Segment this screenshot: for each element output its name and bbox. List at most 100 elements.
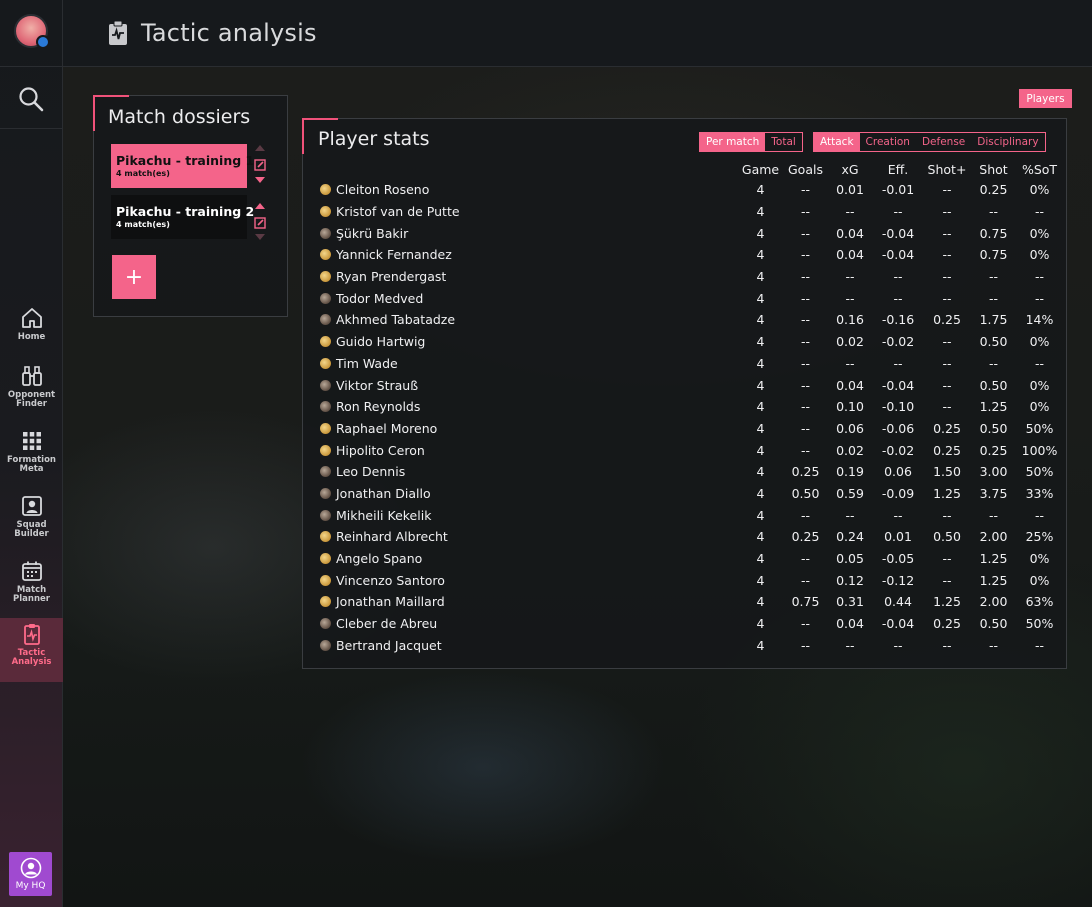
table-row[interactable]: Ron Reynolds 4 -- 0.10 -0.10 -- 1.25 0% — [318, 396, 1062, 418]
table-row[interactable]: Angelo Spano 4 -- 0.05 -0.05 -- 1.25 0% — [318, 548, 1062, 570]
player-name-cell[interactable]: Kristof van de Putte — [318, 201, 738, 223]
dossier-count: 4 match(es) — [116, 220, 170, 229]
table-row[interactable]: Reinhard Albrecht 4 0.25 0.24 0.01 0.50 2.00 25… — [318, 526, 1062, 548]
player-face-icon — [320, 466, 331, 478]
player-name-cell[interactable]: Raphael Moreno — [318, 418, 738, 440]
stat-cell: -- — [988, 355, 999, 371]
column-header-sot-pct[interactable]: %SoT — [1017, 159, 1062, 179]
sidebar-item-home[interactable]: Home — [0, 302, 63, 366]
stats-title: Player stats — [318, 128, 430, 150]
stat-cell: 0.75 — [979, 225, 1008, 241]
add-dossier-button[interactable]: + — [112, 255, 156, 299]
table-row[interactable]: Cleiton Roseno 4 -- 0.01 -0.01 -- 0.25 0% — [318, 179, 1062, 201]
sidebar-item-squad-builder[interactable]: Squad Builder — [0, 490, 63, 554]
stat-cell: -- — [942, 399, 952, 415]
table-row[interactable]: Ryan Prendergast 4 -- -- -- -- -- -- — [318, 266, 1062, 288]
table-row[interactable]: Viktor Strauß 4 -- 0.04 -0.04 -- 0.50 0% — [318, 374, 1062, 396]
sidebar-item-tactic-analysis[interactable]: Tactic Analysis — [0, 618, 63, 682]
tab-total[interactable]: Total — [765, 133, 802, 151]
dossier-item[interactable]: Pikachu - training 1 4 match(es) — [111, 144, 254, 188]
table-row[interactable]: Cleber de Abreu 4 -- 0.04 -0.04 0.25 0.50 50% — [318, 613, 1062, 635]
column-header-eff[interactable]: Eff. — [872, 159, 924, 179]
player-name-cell[interactable]: Mikheili Kekelik — [318, 504, 738, 526]
tab-creation[interactable]: Creation — [860, 133, 916, 151]
sidebar-item-formation-meta[interactable]: Formation Meta — [0, 425, 63, 489]
user-avatar[interactable] — [14, 14, 50, 49]
stat-cell: 4 — [756, 247, 765, 263]
move-down-icon[interactable] — [254, 176, 266, 184]
column-header-game[interactable]: Game — [738, 159, 783, 179]
tab-per-match[interactable]: Per match — [700, 133, 766, 151]
stat-cell: -- — [845, 290, 855, 306]
edit-icon[interactable] — [254, 159, 266, 171]
column-header-goals[interactable]: Goals — [783, 159, 828, 179]
player-face-icon — [320, 574, 331, 586]
stat-cell: -- — [800, 312, 811, 328]
player-name: Akhmed Tabatadze — [336, 312, 456, 328]
stat-cell: -- — [800, 507, 811, 523]
player-name-cell[interactable]: Jonathan Maillard — [318, 591, 738, 613]
table-row[interactable]: Şükrü Bakir 4 -- 0.04 -0.04 -- 0.75 0% — [318, 222, 1062, 244]
table-row[interactable]: Jonathan Diallo 4 0.50 0.59 -0.09 1.25 3.75 33% — [318, 483, 1062, 505]
table-row[interactable]: Tim Wade 4 -- -- -- -- -- -- — [318, 353, 1062, 375]
tab-disciplinary[interactable]: Disciplinary — [971, 133, 1044, 151]
player-name-cell[interactable]: Cleber de Abreu — [318, 613, 738, 635]
accent-line — [302, 118, 304, 154]
player-name-cell[interactable]: Yannick Fernandez — [318, 244, 738, 266]
stat-cell: -0.16 — [881, 312, 915, 328]
player-name-cell[interactable]: Jonathan Diallo — [318, 483, 738, 505]
player-name-cell[interactable]: Şükrü Bakir — [318, 222, 738, 244]
player-name-cell[interactable]: Bertrand Jacquet — [318, 634, 738, 656]
tab-attack[interactable]: Attack — [814, 133, 860, 151]
stat-cell: 0.75 — [791, 594, 820, 610]
dossier-controls — [252, 202, 268, 246]
player-name-cell[interactable]: Angelo Spano — [318, 548, 738, 570]
search-icon[interactable] — [17, 85, 45, 113]
table-row[interactable]: Jonathan Maillard 4 0.75 0.31 0.44 1.25 2.00 63… — [318, 591, 1062, 613]
stat-cell: -- — [800, 572, 811, 588]
table-row[interactable]: Mikheili Kekelik 4 -- -- -- -- -- -- — [318, 504, 1062, 526]
table-row[interactable]: Kristof van de Putte 4 -- -- -- -- -- -- — [318, 201, 1062, 223]
edit-icon[interactable] — [254, 217, 266, 229]
player-name: Viktor Strauß — [336, 377, 419, 393]
player-name-cell[interactable]: Tim Wade — [318, 353, 738, 375]
sidebar-item-opponent-finder[interactable]: Opponent Finder — [0, 360, 63, 424]
my-hq-button[interactable]: My HQ — [9, 852, 52, 896]
dossier-item[interactable]: Pikachu - training 2 4 match(es) — [111, 195, 254, 239]
player-name-cell[interactable]: Guido Hartwig — [318, 331, 738, 353]
player-name-cell[interactable]: Leo Dennis — [318, 461, 738, 483]
tab-defense[interactable]: Defense — [916, 133, 971, 151]
player-name-cell[interactable]: Hipolito Ceron — [318, 439, 738, 461]
stat-cell: -- — [942, 204, 952, 220]
column-header-shot-plus[interactable]: Shot+ — [924, 159, 970, 179]
player-name-cell[interactable]: Ron Reynolds — [318, 396, 738, 418]
column-header-xg[interactable]: xG — [828, 159, 872, 179]
table-row[interactable]: Hipolito Ceron 4 -- 0.02 -0.02 0.25 0.25 100% — [318, 439, 1062, 461]
player-name-cell[interactable]: Vincenzo Santoro — [318, 569, 738, 591]
players-button[interactable]: Players — [1019, 89, 1072, 108]
column-header-shot[interactable]: Shot — [970, 159, 1017, 179]
divider — [0, 128, 63, 129]
table-row[interactable]: Akhmed Tabatadze 4 -- 0.16 -0.16 0.25 1.75 14% — [318, 309, 1062, 331]
stat-cell: -- — [845, 269, 855, 285]
player-face-icon — [320, 292, 331, 304]
move-up-icon[interactable] — [254, 202, 266, 210]
table-row[interactable]: Todor Medved 4 -- -- -- -- -- -- — [318, 287, 1062, 309]
player-name-cell[interactable]: Todor Medved — [318, 287, 738, 309]
player-name: Todor Medved — [336, 290, 424, 306]
table-row[interactable]: Vincenzo Santoro 4 -- 0.12 -0.12 -- 1.25 0% — [318, 569, 1062, 591]
stat-cell: 0.50 — [979, 616, 1008, 632]
table-row[interactable]: Guido Hartwig 4 -- 0.02 -0.02 -- 0.50 0% — [318, 331, 1062, 353]
table-row[interactable]: Bertrand Jacquet 4 -- -- -- -- -- -- — [318, 634, 1062, 656]
player-name-cell[interactable]: Ryan Prendergast — [318, 266, 738, 288]
stat-cell: -- — [942, 334, 952, 350]
player-name-cell[interactable]: Cleiton Roseno — [318, 179, 738, 201]
player-name-cell[interactable]: Akhmed Tabatadze — [318, 309, 738, 331]
stat-cell: 1.25 — [979, 572, 1008, 588]
table-row[interactable]: Yannick Fernandez 4 -- 0.04 -0.04 -- 0.75 0% — [318, 244, 1062, 266]
sidebar-item-match-planner[interactable]: Match Planner — [0, 555, 63, 619]
table-row[interactable]: Leo Dennis 4 0.25 0.19 0.06 1.50 3.00 50% — [318, 461, 1062, 483]
player-name-cell[interactable]: Reinhard Albrecht — [318, 526, 738, 548]
table-row[interactable]: Raphael Moreno 4 -- 0.06 -0.06 0.25 0.50 50% — [318, 418, 1062, 440]
player-name-cell[interactable]: Viktor Strauß — [318, 374, 738, 396]
